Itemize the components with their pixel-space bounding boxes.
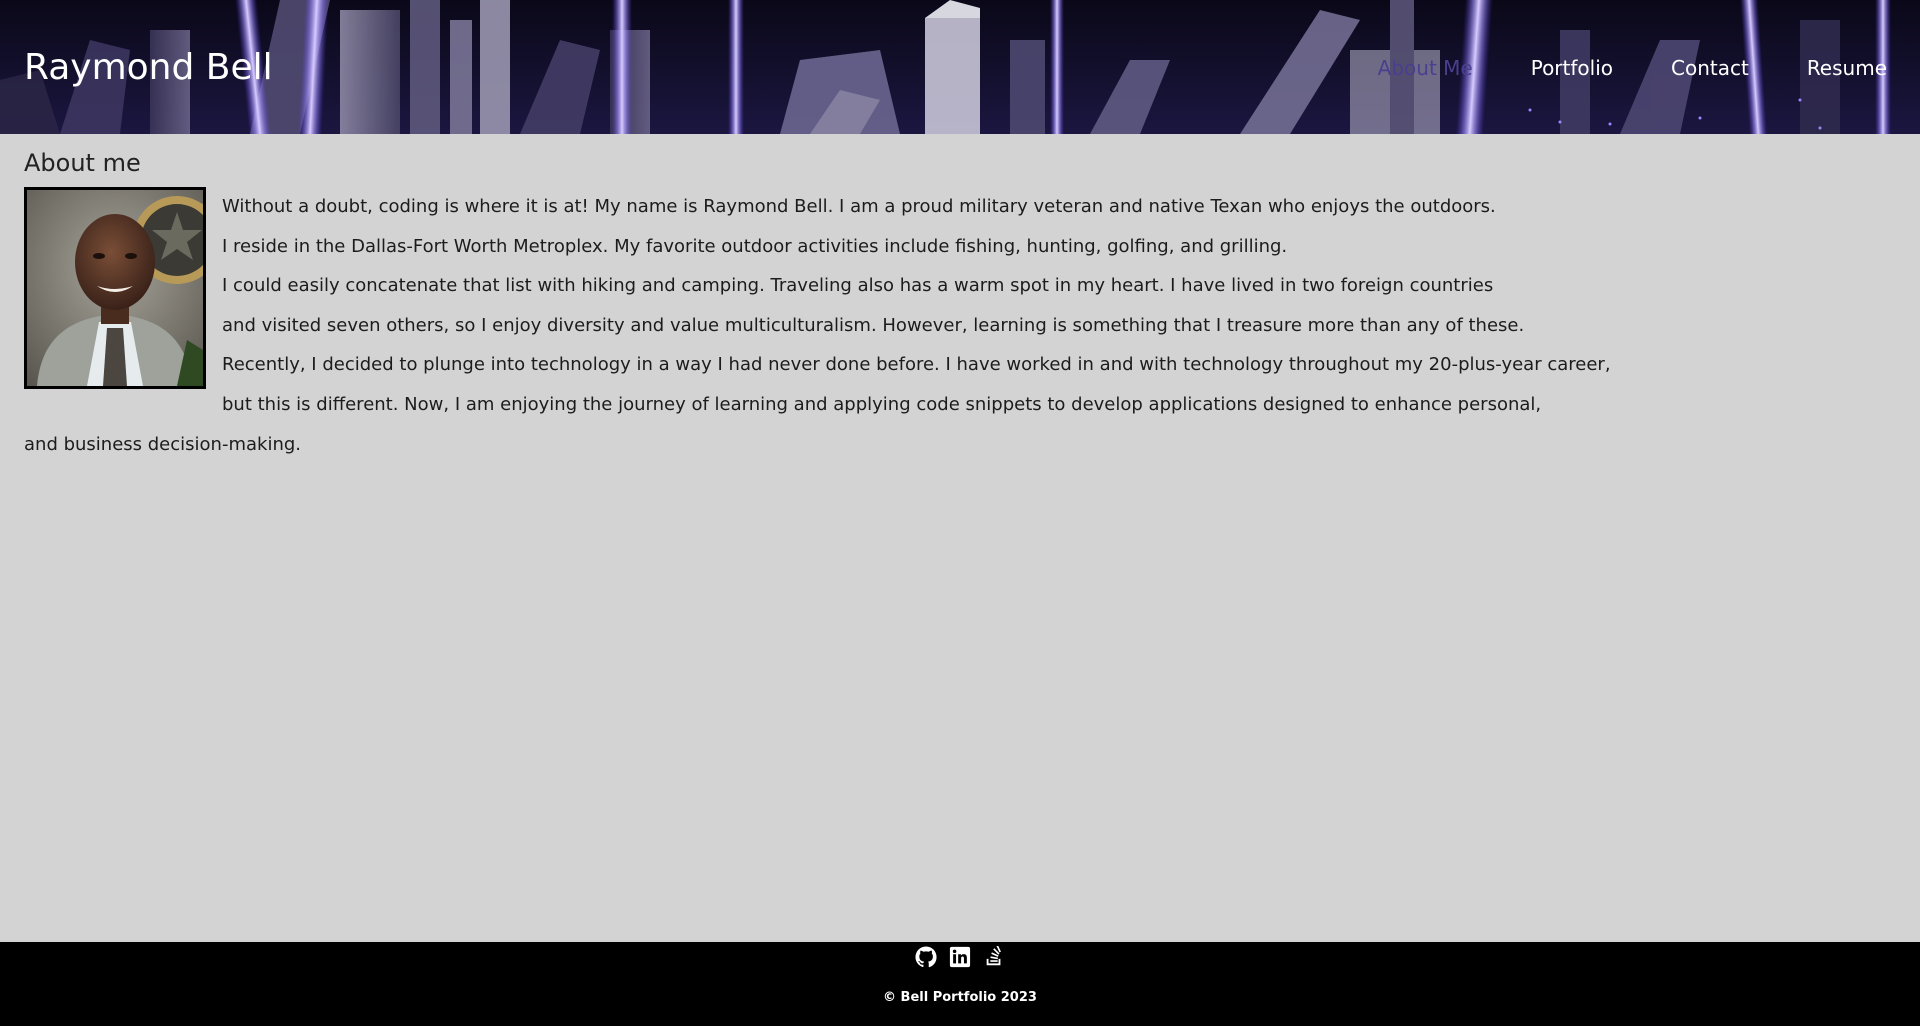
about-paragraph: Without a doubt, coding is where it is a… [24, 187, 1664, 464]
about-line: and business decision-making. [24, 433, 301, 455]
about-line: Recently, I decided to plunge into techn… [222, 354, 1611, 376]
site-header: Raymond Bell About Me Portfolio Contact … [0, 0, 1920, 134]
nav-link-contact[interactable]: Contact [1671, 52, 1749, 84]
nav-link-resume[interactable]: Resume [1807, 52, 1887, 84]
linkedin-icon[interactable] [949, 946, 971, 968]
main-content: About me Without a doubt, coding is wher… [0, 134, 1920, 942]
social-links [0, 946, 1920, 972]
nav-link-about-me[interactable]: About Me [1378, 52, 1473, 84]
github-icon[interactable] [915, 946, 937, 968]
site-title[interactable]: Raymond Bell [24, 40, 273, 96]
nav-link-portfolio[interactable]: Portfolio [1531, 52, 1613, 84]
about-line: I could easily concatenate that list wit… [222, 275, 1494, 297]
site-footer: © Bell Portfolio 2023 [0, 942, 1920, 1026]
profile-photo [24, 187, 206, 389]
stack-overflow-icon[interactable] [983, 946, 1005, 968]
about-line: but this is different. Now, I am enjoyin… [222, 393, 1542, 415]
section-title: About me [24, 149, 141, 177]
about-line: Without a doubt, coding is where it is a… [222, 196, 1496, 217]
about-line: I reside in the Dallas-Fort Worth Metrop… [222, 235, 1288, 257]
copyright-text: © Bell Portfolio 2023 [883, 990, 1037, 1005]
main-nav: About Me Portfolio Contact Resume [1320, 52, 1887, 84]
about-line: and visited seven others, so I enjoy div… [222, 314, 1525, 336]
